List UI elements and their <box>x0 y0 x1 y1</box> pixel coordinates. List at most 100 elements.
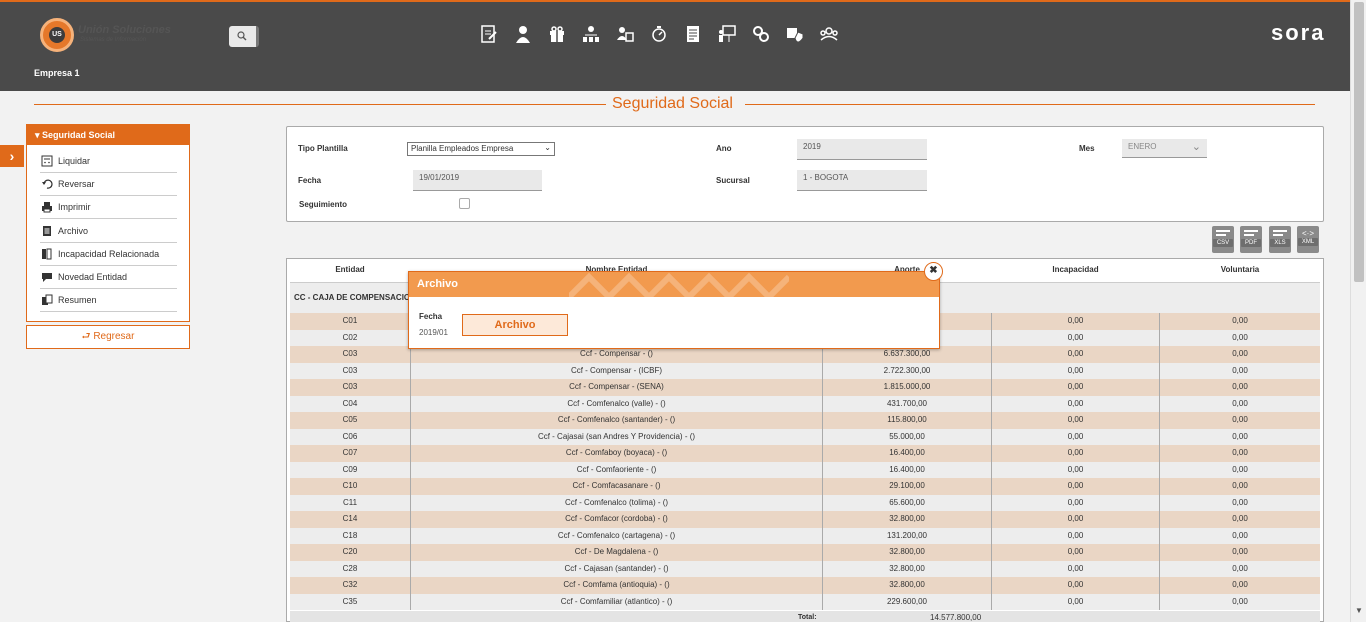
cell-nombre: Ccf - Compensar - (SENA) <box>569 382 664 391</box>
sidebar-item-label: Resumen <box>58 295 97 306</box>
cell-voluntaria: 0,00 <box>1232 448 1248 457</box>
report-icon[interactable] <box>682 24 704 44</box>
table-row[interactable]: C11 Ccf - Comfenalco (tolima) - () 65.600,… <box>290 494 1320 511</box>
cell-voluntaria: 0,00 <box>1232 464 1248 474</box>
gift-icon[interactable] <box>546 24 568 44</box>
cell-nombre: Ccf - Comfenalco (tolima) - () <box>564 497 669 507</box>
cell-entidad: C18 <box>342 530 358 540</box>
search-icon <box>237 31 247 41</box>
title-rule-left <box>34 104 606 105</box>
security-icon[interactable] <box>784 24 806 44</box>
cell-nombre: Ccf - Comfamiliar (atlantico) - () <box>560 596 673 606</box>
logo-subtitle: Sistemas de Información <box>80 37 147 43</box>
title-rule-right <box>745 104 1315 105</box>
close-icon[interactable]: ✖ <box>924 262 943 281</box>
table-row[interactable]: C03 Ccf - Compensar - (ICBF) 2.722.300,00 0… <box>290 362 1320 379</box>
gears-icon[interactable] <box>750 24 772 44</box>
export-xml-button[interactable]: <·> XML <box>1297 226 1319 253</box>
table-row[interactable]: C07 Ccf - Comfaboy (boyaca) - () 16.400,00… <box>290 445 1320 462</box>
cell-aporte: 32.800,00 <box>889 580 925 589</box>
sidebar-item-resumen[interactable]: Resumen <box>40 289 177 313</box>
cell-nombre: Ccf - Comfama (antioquia) - () <box>563 580 670 589</box>
sidebar-item-novedad-entidad[interactable]: Novedad Entidad <box>40 266 177 289</box>
export-xml-label: XML <box>1298 238 1318 246</box>
sidebar-header[interactable]: ▾ Seguridad Social <box>27 125 189 145</box>
ano-field[interactable]: 2019 <box>797 139 927 160</box>
table-row[interactable]: C05 Ccf - Comfenalco (santander) - () 115.… <box>290 412 1320 429</box>
table-row[interactable]: C03 Ccf - Compensar - (SENA) 1.815.000,00 0… <box>290 379 1320 396</box>
tipo-plantilla-value: Planilla Empleados Empresa <box>411 144 514 153</box>
sidebar-item-label: Reversar <box>58 179 95 190</box>
users-card-icon[interactable] <box>614 24 636 44</box>
sidebar-item-imprimir[interactable]: Imprimir <box>40 196 177 220</box>
ano-label: Ano <box>716 144 732 153</box>
page-scrollbar[interactable]: ▲ ▼ <box>1350 0 1366 622</box>
sidebar-item-reversar[interactable]: Reversar <box>40 173 177 197</box>
cell-nombre: Ccf - De Magdalena - () <box>574 547 659 556</box>
back-button[interactable]: ⮐ Regresar <box>26 325 190 349</box>
stopwatch-icon[interactable] <box>648 24 670 44</box>
table-row[interactable]: C09 Ccf - Comfaoriente - () 16.400,00 0,00 0… <box>290 461 1320 478</box>
cell-voluntaria: 0,00 <box>1232 365 1248 375</box>
group-label: CC - CAJA DE COMPENSACION <box>294 293 416 302</box>
total-label: Total: <box>798 614 817 621</box>
table-row[interactable]: C32 Ccf - Comfama (antioquia) - () 32.800,… <box>290 577 1320 594</box>
group-icon[interactable] <box>818 24 840 44</box>
column-divider <box>410 313 411 610</box>
company-logo[interactable]: US <box>40 18 74 52</box>
header-pattern <box>569 272 789 297</box>
employee-icon[interactable] <box>512 24 534 44</box>
org-chart-icon[interactable] <box>580 24 602 44</box>
export-pdf-label: PDF <box>1241 239 1261 247</box>
cell-nombre: Ccf - Comfaoriente - () <box>576 464 657 474</box>
cell-voluntaria: 0,00 <box>1232 415 1248 424</box>
scroll-down-arrow[interactable]: ▼ <box>1355 606 1363 615</box>
page-title: Seguridad Social <box>612 95 733 112</box>
cell-incapacidad: 0,00 <box>1067 415 1084 424</box>
export-csv-button[interactable]: CSV <box>1212 226 1234 253</box>
mes-value: ENERO <box>1128 142 1157 151</box>
presentation-icon[interactable] <box>716 24 738 44</box>
column-divider <box>991 313 992 610</box>
table-row[interactable]: C06 Ccf - Cajasai (san Andres Y Providenc… <box>290 428 1320 445</box>
seguimiento-label: Seguimiento <box>299 200 348 209</box>
scroll-thumb[interactable] <box>1354 2 1364 282</box>
fecha-label: Fecha <box>298 176 322 185</box>
column-header-entidad[interactable]: Entidad <box>290 265 410 274</box>
table-row[interactable]: C28 Ccf - Cajasan (santander) - () 32.800,… <box>290 560 1320 577</box>
sidebar-item-incapacidad-relacionada[interactable]: Incapacidad Relacionada <box>40 243 177 266</box>
modal-fecha-value: 2019/01 <box>419 328 448 337</box>
table-row[interactable]: C10 Ccf - Comfacasanare - () 29.100,00 0,00… <box>290 478 1320 495</box>
archivo-button[interactable]: Archivo <box>462 314 568 336</box>
print-icon <box>40 201 54 213</box>
sucursal-field[interactable]: 1 - BOGOTA <box>797 170 927 191</box>
fecha-field[interactable]: 19/01/2019 <box>413 170 542 191</box>
table-row[interactable]: C35 Ccf - Comfamiliar (atlantico) - () 229… <box>290 593 1320 610</box>
tipo-plantilla-label: Tipo Plantilla <box>298 144 348 153</box>
export-xls-button[interactable]: XLS <box>1269 226 1291 253</box>
cell-nombre: Ccf - Comfenalco (valle) - () <box>567 398 666 408</box>
table-row[interactable]: C04 Ccf - Comfenalco (valle) - () 431.700,… <box>290 395 1320 412</box>
sidebar-item-liquidar[interactable]: Liquidar <box>40 150 177 173</box>
tipo-plantilla-select[interactable]: Planilla Empleados Empresa ⌄ <box>407 142 555 156</box>
table-row[interactable]: C20 Ccf - De Magdalena - () 32.800,00 0,00 0… <box>290 544 1320 561</box>
mes-select[interactable]: ENERO ⌄ <box>1122 139 1207 158</box>
cell-nombre: Ccf - Comfenalco (cartagena) - () <box>557 530 676 540</box>
sidebar-toggle-button[interactable]: › <box>0 145 24 167</box>
cell-entidad: C20 <box>342 547 358 556</box>
export-pdf-button[interactable]: PDF <box>1240 226 1262 253</box>
search-button[interactable] <box>229 26 259 47</box>
document-edit-icon[interactable] <box>478 24 500 44</box>
company-name: Empresa 1 <box>34 68 80 78</box>
cell-voluntaria: 0,00 <box>1232 596 1248 606</box>
cell-voluntaria: 0,00 <box>1232 382 1248 391</box>
cell-incapacidad: 0,00 <box>1067 514 1084 523</box>
seguimiento-checkbox[interactable] <box>459 198 470 209</box>
cell-entidad: C07 <box>342 448 358 457</box>
sidebar-item-label: Novedad Entidad <box>58 272 128 282</box>
table-row[interactable]: C14 Ccf - Comfacor (cordoba) - () 32.800,0… <box>290 511 1320 528</box>
column-header-voluntaria[interactable]: Voluntaria <box>1160 265 1320 274</box>
table-row[interactable]: C18 Ccf - Comfenalco (cartagena) - () 131.… <box>290 527 1320 544</box>
sidebar-item-archivo[interactable]: Archivo <box>40 220 177 243</box>
column-header-incapacidad[interactable]: Incapacidad <box>992 265 1159 274</box>
